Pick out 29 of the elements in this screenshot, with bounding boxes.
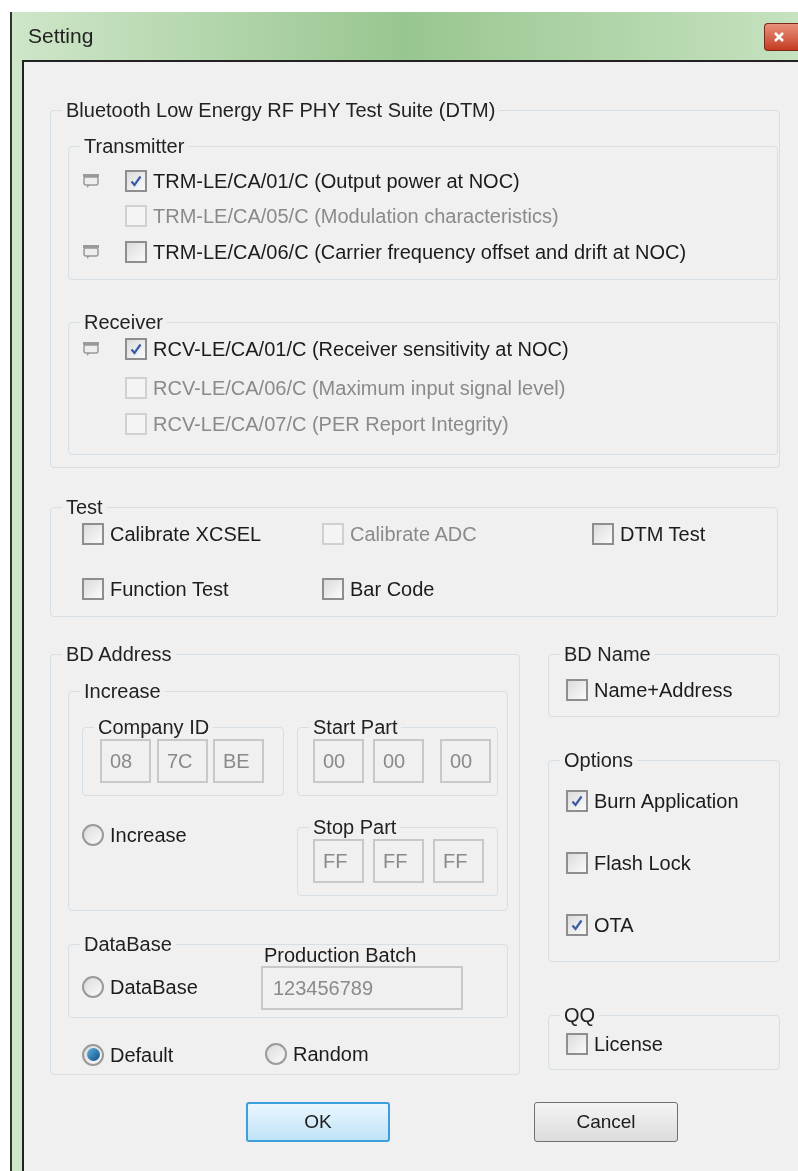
checkbox[interactable]: TRM-LE/CA/06/C (Carrier frequency offset and drift at NOC) (125, 237, 687, 267)
check-icon (570, 794, 584, 808)
checkbox[interactable]: Flash Lock (566, 849, 779, 877)
radio-button[interactable]: Default (82, 1039, 174, 1070)
dialog-button[interactable]: OK (246, 1102, 390, 1142)
checkbox[interactable]: License (566, 1030, 779, 1058)
checkbox[interactable]: Burn Application (566, 787, 779, 815)
comment-icon (82, 173, 100, 189)
checkbox[interactable]: Function Test (82, 575, 322, 603)
checkbox[interactable]: Bar Code (322, 575, 592, 603)
comment-icon (82, 244, 100, 260)
check-icon (570, 918, 584, 932)
radio-button[interactable]: Random (265, 1039, 369, 1069)
checkbox[interactable]: TRM-LE/CA/01/C (Output power at NOC) (125, 166, 520, 196)
close-icon (773, 31, 785, 43)
checkbox[interactable]: OTA (566, 911, 779, 939)
checkbox[interactable]: Calibrate XCSEL (82, 520, 322, 548)
field-label: Production Batch (263, 944, 418, 966)
dialog-button[interactable]: Cancel (534, 1102, 678, 1142)
checkbox[interactable]: Name+Address (566, 676, 779, 704)
check-icon (129, 174, 143, 188)
comment-icon (82, 341, 100, 357)
checkbox[interactable]: DTM Test (592, 520, 792, 548)
window-title: Setting (27, 23, 94, 50)
radio-button[interactable]: Increase (82, 820, 187, 850)
checkbox[interactable]: RCV-LE/CA/01/C (Receiver sensitivity at NOC) (125, 334, 569, 364)
check-icon (129, 342, 143, 356)
radio-button[interactable]: DataBase (82, 972, 261, 1002)
close-button[interactable] (764, 23, 798, 51)
